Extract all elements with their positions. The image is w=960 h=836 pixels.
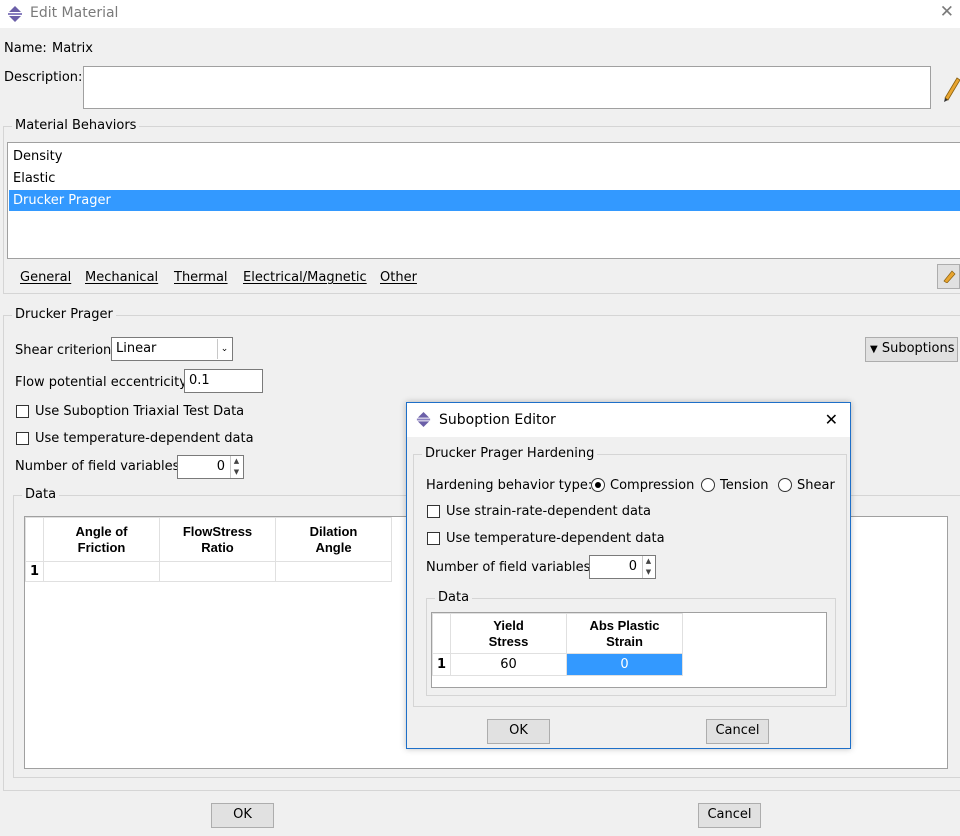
column-header: Dilation Angle — [275, 517, 392, 562]
eraser-icon — [942, 270, 955, 284]
row-number: 1 — [25, 561, 44, 582]
column-header: Yield Stress — [450, 613, 567, 654]
use-strain-rate-checkbox[interactable] — [427, 505, 440, 518]
suboptions-label: Suboptions — [881, 341, 955, 356]
table-row[interactable]: 1 — [25, 561, 392, 582]
spin-up-icon[interactable]: ▲ — [643, 556, 654, 567]
hardening-type-label: Hardening behavior type: — [426, 478, 593, 493]
flow-potential-field[interactable]: 0.1 — [184, 369, 263, 393]
menu-thermal[interactable]: Thermal — [174, 270, 228, 285]
hardening-group-title: Drucker Prager Hardening — [422, 446, 598, 461]
data-label: Data — [22, 487, 60, 502]
name-value: Matrix — [52, 41, 93, 56]
flow-potential-label: Flow potential eccentricity: — [15, 375, 191, 390]
row-number: 1 — [432, 653, 451, 676]
use-triaxial-checkbox[interactable] — [16, 405, 29, 418]
table-cell[interactable] — [43, 561, 160, 582]
dialog-title-bar: Suboption Editor ✕ — [407, 403, 850, 437]
table-row[interactable]: 1 60 0 — [432, 653, 683, 676]
close-icon[interactable]: ✕ — [940, 2, 954, 22]
shear-criterion-value: Linear — [116, 341, 157, 356]
spin-down-icon[interactable]: ▼ — [643, 567, 654, 578]
data-table: Angle of Friction FlowStress Ratio Dilat… — [25, 517, 392, 582]
dialog-cancel-button[interactable]: Cancel — [706, 719, 769, 744]
dialog-title: Suboption Editor — [439, 412, 556, 428]
ok-button[interactable]: OK — [211, 803, 274, 828]
name-label: Name: — [4, 41, 47, 56]
triangle-down-icon: ▼ — [870, 344, 878, 355]
shear-criterion-label: Shear criterion: — [15, 343, 116, 358]
dialog-ok-button[interactable]: OK — [487, 719, 550, 744]
spin-down-icon[interactable]: ▼ — [231, 467, 242, 478]
spinner[interactable]: ▲ ▼ — [230, 456, 242, 478]
num-field-vars-stepper[interactable]: 0 ▲ ▼ — [177, 455, 244, 479]
tension-label: Tension — [720, 478, 769, 493]
dialog-data-label: Data — [435, 590, 473, 605]
title-bar: Edit Material ✕ — [0, 0, 960, 28]
cancel-button[interactable]: Cancel — [698, 803, 761, 828]
use-temp-checkbox[interactable] — [427, 532, 440, 545]
spin-up-icon[interactable]: ▲ — [231, 456, 242, 467]
use-triaxial-label: Use Suboption Triaxial Test Data — [35, 404, 245, 419]
num-field-vars-label: Number of field variables: — [15, 459, 184, 474]
radio-shear[interactable] — [778, 478, 792, 492]
behavior-item-elastic[interactable]: Elastic — [9, 168, 960, 189]
compression-label: Compression — [610, 478, 695, 493]
behaviors-list[interactable]: Density Elastic Drucker Prager — [7, 142, 960, 259]
chevron-down-icon[interactable]: ⌄ — [217, 339, 231, 359]
menu-mechanical[interactable]: Mechanical — [85, 270, 158, 285]
window-title: Edit Material — [30, 5, 119, 21]
radio-compression[interactable] — [591, 478, 605, 492]
table-cell-selected[interactable]: 0 — [566, 653, 683, 676]
material-icon — [416, 411, 431, 428]
column-header: FlowStress Ratio — [159, 517, 276, 562]
behavior-item-density[interactable]: Density — [9, 146, 960, 167]
column-header: Angle of Friction — [43, 517, 160, 562]
menu-other[interactable]: Other — [380, 270, 417, 285]
description-field[interactable] — [83, 66, 931, 109]
use-temp-label: Use temperature-dependent data — [35, 431, 254, 446]
shear-criterion-select[interactable]: Linear ⌄ — [111, 337, 233, 361]
close-icon[interactable]: ✕ — [825, 410, 838, 429]
corner-cell — [432, 613, 451, 654]
table-cell[interactable] — [159, 561, 276, 582]
description-label: Description: — [4, 70, 83, 85]
suboptions-button[interactable]: ▼ Suboptions — [865, 337, 958, 362]
menu-electrical-magnetic[interactable]: Electrical/Magnetic — [243, 270, 367, 285]
corner-cell — [25, 517, 44, 562]
material-behaviors-label: Material Behaviors — [12, 118, 140, 133]
edit-behavior-button[interactable] — [937, 264, 960, 289]
num-field-vars-stepper[interactable]: 0 ▲ ▼ — [589, 555, 656, 579]
behavior-item-drucker-prager[interactable]: Drucker Prager — [9, 190, 960, 211]
hardening-table: Yield Stress Abs Plastic Strain 1 60 0 — [432, 613, 683, 676]
menu-general[interactable]: General — [20, 270, 71, 285]
radio-tension[interactable] — [701, 478, 715, 492]
shear-label: Shear — [797, 478, 835, 493]
use-strain-rate-label: Use strain-rate-dependent data — [446, 504, 651, 519]
pencil-icon[interactable] — [940, 70, 960, 102]
num-field-vars-label: Number of field variables: — [426, 560, 595, 575]
use-temp-checkbox[interactable] — [16, 432, 29, 445]
num-field-vars-value: 0 — [628, 559, 637, 574]
material-icon — [8, 6, 22, 22]
use-temp-label: Use temperature-dependent data — [446, 531, 665, 546]
num-field-vars-value: 0 — [216, 459, 225, 474]
column-header: Abs Plastic Strain — [566, 613, 683, 654]
suboption-editor-dialog: Suboption Editor ✕ Drucker Prager Harden… — [406, 402, 851, 749]
spinner[interactable]: ▲ ▼ — [642, 556, 654, 578]
table-cell[interactable] — [275, 561, 392, 582]
table-cell[interactable]: 60 — [450, 653, 567, 676]
drucker-prager-title: Drucker Prager — [12, 307, 116, 322]
